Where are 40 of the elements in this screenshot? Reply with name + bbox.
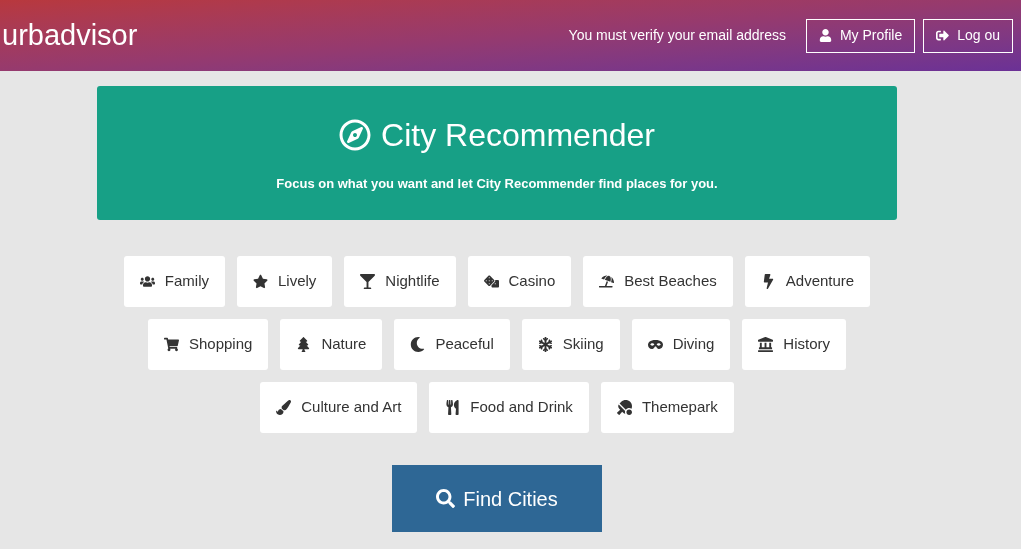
category-button[interactable]: Casino bbox=[467, 256, 572, 307]
category-button[interactable]: Best Beaches bbox=[583, 256, 733, 307]
category-button[interactable]: Peaceful bbox=[394, 319, 510, 370]
compass-icon bbox=[339, 119, 372, 151]
cocktail-glass-icon bbox=[360, 274, 376, 289]
user-icon bbox=[818, 29, 832, 42]
cart-icon bbox=[164, 337, 179, 352]
find-cities-button[interactable]: Find Cities bbox=[392, 465, 602, 532]
search-icon bbox=[436, 489, 456, 508]
brush-icon bbox=[276, 400, 292, 415]
category-button[interactable]: Family bbox=[123, 256, 225, 307]
category-button[interactable]: Shopping bbox=[148, 319, 269, 370]
logout-icon bbox=[936, 29, 950, 42]
category-button[interactable]: Nightlife bbox=[344, 256, 456, 307]
category-button[interactable]: Adventure bbox=[744, 256, 871, 307]
category-button[interactable]: History bbox=[742, 319, 846, 370]
umbrella-icon bbox=[599, 274, 615, 289]
category-button[interactable]: Themepark bbox=[600, 382, 734, 433]
logo[interactable]: urbadvisor bbox=[2, 13, 138, 58]
people-icon bbox=[139, 274, 155, 289]
category-button[interactable]: Lively bbox=[236, 256, 333, 307]
category-button[interactable]: Culture and Art bbox=[260, 382, 418, 433]
category-button[interactable]: Nature bbox=[280, 319, 383, 370]
snowflake-icon bbox=[537, 337, 553, 352]
star-icon bbox=[252, 274, 268, 289]
building-icon bbox=[758, 337, 774, 352]
tree-icon bbox=[296, 337, 312, 352]
logout-button[interactable]: Log ou bbox=[923, 18, 1013, 53]
category-button[interactable]: Diving bbox=[631, 319, 731, 370]
hero-subtitle: Focus on what you want and let City Recommender find places for you. bbox=[276, 175, 718, 193]
mask-icon bbox=[647, 337, 663, 352]
dice-icon bbox=[483, 274, 499, 289]
hero-title: City Recommender bbox=[381, 116, 655, 154]
category-button[interactable]: Food and Drink bbox=[429, 382, 589, 433]
fork-knife-icon bbox=[445, 400, 461, 415]
paddle-icon bbox=[616, 400, 632, 415]
verify-notice: You must verify your email address bbox=[568, 26, 786, 45]
profile-button[interactable]: My Profile bbox=[805, 18, 916, 53]
moon-icon bbox=[410, 337, 426, 352]
category-button[interactable]: Skiing bbox=[521, 319, 620, 370]
